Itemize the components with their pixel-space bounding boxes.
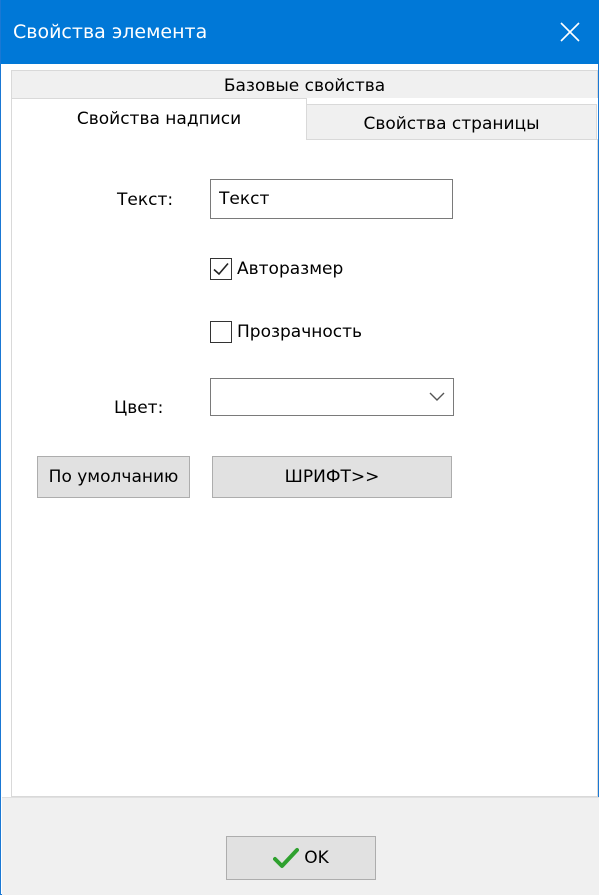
transparency-label: Прозрачность: [237, 322, 363, 342]
default-button[interactable]: По умолчанию: [37, 456, 190, 498]
tab-label-properties[interactable]: Свойства надписи: [11, 98, 307, 140]
window-title: Свойства элемента: [13, 21, 208, 43]
close-button[interactable]: [540, 0, 599, 64]
dialog-footer: OK: [2, 797, 599, 895]
autosize-checkbox[interactable]: [210, 258, 232, 280]
tab-page-properties[interactable]: Свойства страницы: [306, 104, 597, 140]
text-input[interactable]: [210, 179, 453, 219]
ok-check-icon: [273, 848, 300, 868]
checkmark-icon: [213, 262, 229, 276]
text-label: Текст:: [117, 190, 174, 210]
tab-base-properties[interactable]: Базовые свойства: [11, 70, 598, 98]
transparency-checkbox-row[interactable]: Прозрачность: [210, 321, 362, 343]
autosize-checkbox-row[interactable]: Авторазмер: [210, 258, 343, 280]
title-bar[interactable]: Свойства элемента: [1, 0, 599, 64]
font-button[interactable]: ШРИФТ>>: [212, 456, 452, 498]
autosize-label: Авторазмер: [237, 259, 344, 279]
ok-button[interactable]: OK: [226, 836, 376, 880]
color-label: Цвет:: [114, 398, 164, 418]
tab-content-panel: Текст: Авторазмер Прозрачность Цвет: По …: [11, 139, 598, 797]
close-icon: [560, 22, 580, 42]
dialog-window: Свойства элемента Базовые свойства Свойс…: [0, 0, 599, 895]
chevron-down-icon: [429, 392, 445, 401]
ok-label: OK: [304, 848, 329, 868]
color-select[interactable]: [210, 378, 454, 416]
transparency-checkbox[interactable]: [210, 321, 232, 343]
